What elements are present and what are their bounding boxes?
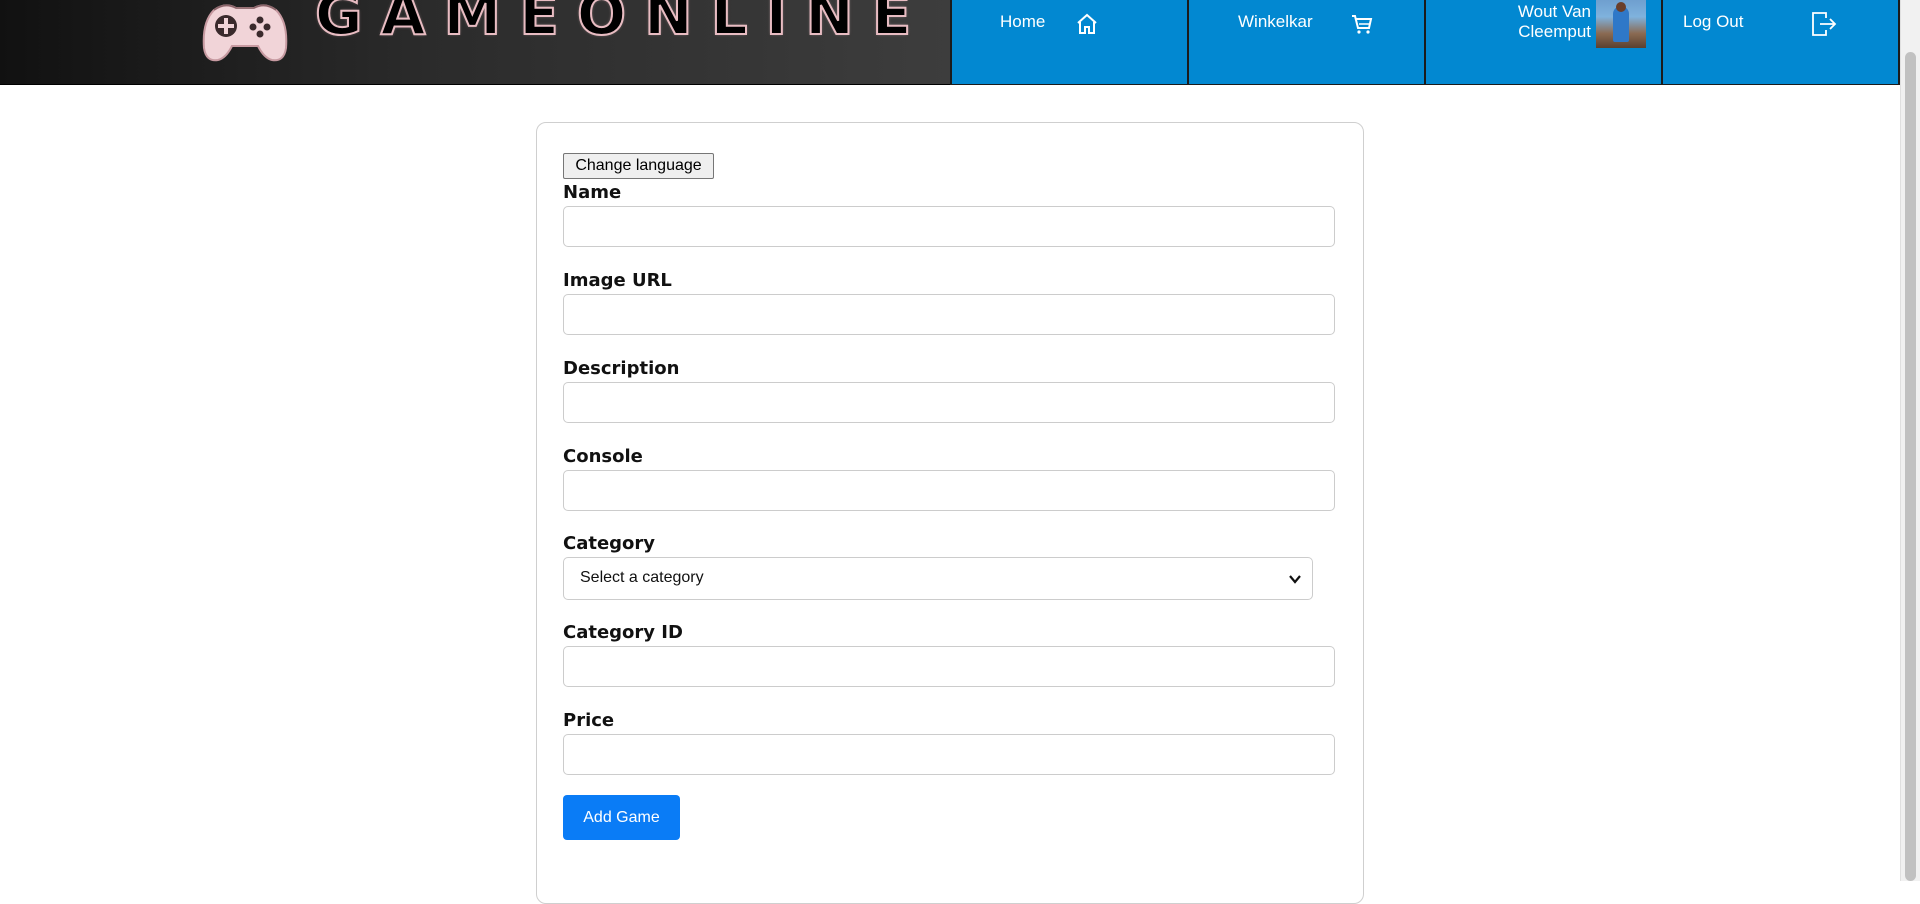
price-input[interactable]	[563, 734, 1335, 775]
name-input[interactable]	[563, 206, 1335, 247]
category-selected-value: Select a category	[580, 569, 704, 586]
user-name-last: Cleemput	[1518, 22, 1591, 41]
brand-bar: GAMEONLINE	[0, 0, 950, 85]
scrollbar-thumb[interactable]	[1905, 52, 1916, 881]
user-name-first: Wout Van	[1517, 2, 1591, 21]
change-language-button[interactable]: Change language	[563, 153, 714, 179]
add-game-button[interactable]: Add Game	[563, 795, 680, 840]
console-input[interactable]	[563, 470, 1335, 511]
gamepad-icon[interactable]	[200, 0, 290, 64]
price-label: Price	[563, 710, 615, 731]
avatar-head	[1616, 2, 1626, 12]
top-header: GAMEONLINE Home Winkelkar Wout Van Cleem…	[0, 0, 1900, 85]
category-select[interactable]: Select a category	[563, 557, 1313, 600]
description-label: Description	[563, 358, 680, 379]
nav-cart-label: Winkelkar	[1238, 12, 1313, 31]
nav-home-label: Home	[1000, 12, 1046, 31]
category-id-input[interactable]	[563, 646, 1335, 687]
page-scrollbar[interactable]	[1900, 0, 1920, 881]
brand-logo-text[interactable]: GAMEONLINE	[314, 0, 929, 47]
cart-icon	[1352, 15, 1373, 34]
description-input[interactable]	[563, 382, 1335, 423]
name-label: Name	[563, 182, 622, 203]
console-label: Console	[563, 446, 643, 467]
nav-logout-label: Log Out	[1683, 12, 1744, 31]
category-label: Category	[563, 533, 656, 554]
nav-cart[interactable]: Winkelkar	[1187, 0, 1424, 85]
nav-user-profile[interactable]: Wout Van Cleemput	[1424, 0, 1661, 85]
image-url-label: Image URL	[563, 270, 672, 291]
nav-logout[interactable]: Log Out	[1661, 0, 1900, 85]
nav-home[interactable]: Home	[950, 0, 1187, 85]
add-game-form: Change language Name Image URL Descripti…	[536, 122, 1364, 904]
logout-icon	[1812, 12, 1837, 36]
main-nav: Home Winkelkar Wout Van Cleemput Log Out	[950, 0, 1900, 85]
user-name: Wout Van Cleemput	[1511, 2, 1591, 42]
category-id-label: Category ID	[563, 622, 683, 643]
image-url-input[interactable]	[563, 294, 1335, 335]
home-icon	[1077, 13, 1097, 34]
chevron-down-icon	[1289, 575, 1301, 584]
avatar[interactable]	[1596, 0, 1646, 48]
